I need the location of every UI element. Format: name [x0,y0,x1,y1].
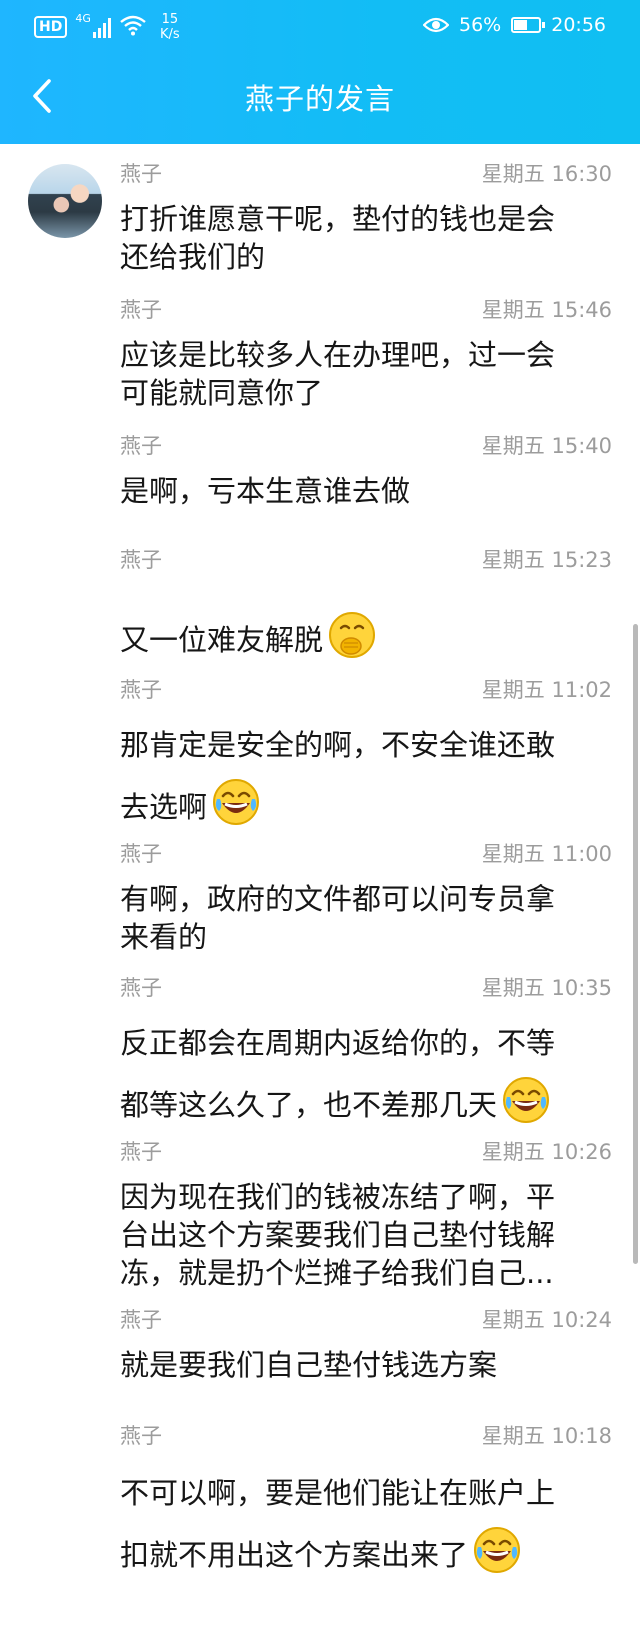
message-text: 打折谁愿意干呢，垫付的钱也是会 还给我们的 [120,200,614,276]
message-text-line: 来看的 [120,918,614,956]
message-line-text: 不可以啊，要是他们能让在账户上 [120,1476,556,1510]
message-text-line: 应该是比较多人在办理吧，过一会 [120,336,614,374]
message-item[interactable]: 燕子 星期五 16:30 打折谁愿意干呢，垫付的钱也是会 还给我们的 [120,158,614,286]
message-line-text: 来看的 [120,920,208,954]
message-time: 星期五 15:46 [481,298,612,322]
message-text: 是啊，亏本生意谁去做 [120,472,614,510]
clock: 20:56 [551,14,606,36]
message-time: 星期五 16:30 [481,162,612,186]
message-text: 反正都会在周期内返给你的，不等 都等这么久了，也不差那几天 [120,1012,614,1136]
scrollbar[interactable] [633,624,638,1264]
laugh-cry-emoji-icon [211,777,261,827]
message-text-line: 反正都会在周期内返给你的，不等 [120,1012,614,1074]
message-item[interactable]: 燕子 星期五 10:26 因为现在我们的钱被冻结了啊，平 台出这个方案要我们自己垫付钱… [120,1136,614,1302]
covered-mouth-emoji-icon [327,610,377,660]
message-text-line: 打折谁愿意干呢，垫付的钱也是会 [120,200,614,238]
message-line-text: 去选啊 [120,790,208,824]
message-text: 又一位难友解脱 [120,610,614,658]
message-time: 星期五 10:24 [481,1308,612,1332]
message-item[interactable]: 燕子 星期五 15:23 又一位难友解脱 [120,544,614,658]
message-time: 星期五 10:18 [481,1424,612,1448]
message-text: 不可以啊，要是他们能让在账户上 扣就不用出这个方案出来了 [120,1462,614,1586]
message-line-text: 台出这个方案要我们自己垫付钱解 [120,1218,556,1252]
message-text-line: 是啊，亏本生意谁去做 [120,472,614,510]
message-line-text: 都等这么久了，也不差那几天 [120,1088,498,1122]
message-sender: 燕子 [120,434,162,458]
message-text-line: 去选啊 [120,776,614,838]
avatar[interactable] [28,164,102,238]
top-bar: HD 4G 15 K/s 56% 20:56 燕子的发言 [0,0,640,144]
message-line-text: 因为现在我们的钱被冻结了啊，平 [120,1180,556,1214]
status-bar-right: 56% 20:56 [423,14,606,36]
message-item[interactable]: 燕子 星期五 15:40 是啊，亏本生意谁去做 [120,430,614,520]
wifi-icon [119,14,147,40]
battery-percent: 56% [459,14,502,36]
message-line-text: 那肯定是安全的啊，不安全谁还敢 [120,728,556,762]
battery-fill [514,20,528,30]
message-text-line: 还给我们的 [120,238,614,276]
message-line-text: 反正都会在周期内返给你的，不等 [120,1026,556,1060]
message-text-line: 因为现在我们的钱被冻结了啊，平 [120,1178,614,1216]
network-speed: 15 K/s [155,12,185,42]
message-line-text: 可能就同意你了 [120,376,324,410]
page-title: 燕子的发言 [244,82,395,116]
message-item[interactable]: 燕子 星期五 10:18 不可以啊，要是他们能让在账户上 扣就不用出这个方案出来了 [120,1420,614,1596]
message-sender: 燕子 [120,678,162,702]
message-time: 星期五 15:40 [481,434,612,458]
message-item[interactable]: 燕子 星期五 11:02 那肯定是安全的啊，不安全谁还敢 去选啊 [120,674,614,848]
message-text-line: 扣就不用出这个方案出来了 [120,1524,614,1586]
message-sender: 燕子 [120,976,162,1000]
network-speed-value: 15 [161,12,179,27]
hd-badge: HD [34,16,68,38]
message-text-line: 又一位难友解脱 [120,610,614,658]
message-time: 星期五 10:26 [481,1140,612,1164]
message-text-line: 有啊，政府的文件都可以问专员拿 [120,880,614,918]
message-sender: 燕子 [120,548,162,572]
message-line-text: 打折谁愿意干呢，垫付的钱也是会 [120,202,556,236]
message-line-text: 还给我们的 [120,240,266,274]
laugh-cry-emoji-icon [472,1525,522,1575]
message-line-text: 是啊，亏本生意谁去做 [120,474,411,508]
message-item[interactable]: 燕子 星期五 10:24 就是要我们自己垫付钱选方案 [120,1304,614,1394]
network-type: 4G [75,12,91,25]
message-text-line: 可能就同意你了 [120,374,614,412]
eye-icon [423,16,449,34]
message-line-text: 应该是比较多人在办理吧，过一会 [120,338,556,372]
message-sender: 燕子 [120,1308,162,1332]
message-sender: 燕子 [120,1424,162,1448]
message-text-line: 不可以啊，要是他们能让在账户上 [120,1462,614,1524]
message-list[interactable]: 燕子 星期五 16:30 打折谁愿意干呢，垫付的钱也是会 还给我们的 燕子 星期五 15:… [0,144,640,1636]
status-bar-left: HD 4G 15 K/s [34,12,185,42]
message-text-line: 都等这么久了，也不差那几天 [120,1074,614,1136]
message-item[interactable]: 燕子 星期五 11:00 有啊，政府的文件都可以问专员拿 来看的 [120,838,614,966]
message-time: 星期五 10:35 [481,976,612,1000]
message-line-text: 又一位难友解脱 [120,623,324,657]
signal-icon [92,16,111,38]
message-line-text: 冻，就是扔个烂摊子给我们自己... [120,1256,554,1290]
message-sender: 燕子 [120,1140,162,1164]
message-text: 那肯定是安全的啊，不安全谁还敢 去选啊 [120,714,614,838]
message-time: 星期五 11:00 [481,842,612,866]
message-line-text: 就是要我们自己垫付钱选方案 [120,1348,498,1382]
network-speed-unit: K/s [160,27,180,42]
message-text: 有啊，政府的文件都可以问专员拿 来看的 [120,880,614,956]
message-item[interactable]: 燕子 星期五 10:35 反正都会在周期内返给你的，不等 都等这么久了，也不差那几天 [120,972,614,1146]
message-text: 因为现在我们的钱被冻结了啊，平 台出这个方案要我们自己垫付钱解 冻，就是扔个烂摊子给… [120,1178,614,1292]
message-time: 星期五 15:23 [481,548,612,572]
message-sender: 燕子 [120,298,162,322]
battery-icon [511,17,546,33]
message-sender: 燕子 [120,842,162,866]
message-line-text: 有啊，政府的文件都可以问专员拿 [120,882,556,916]
message-line-text: 扣就不用出这个方案出来了 [120,1538,469,1572]
message-text-line: 就是要我们自己垫付钱选方案 [120,1346,614,1384]
message-time: 星期五 11:02 [481,678,612,702]
message-text: 应该是比较多人在办理吧，过一会 可能就同意你了 [120,336,614,412]
laugh-cry-emoji-icon [501,1075,551,1125]
message-text-line: 那肯定是安全的啊，不安全谁还敢 [120,714,614,776]
message-sender: 燕子 [120,162,162,186]
message-text-line: 台出这个方案要我们自己垫付钱解 [120,1216,614,1254]
message-item[interactable]: 燕子 星期五 15:46 应该是比较多人在办理吧，过一会 可能就同意你了 [120,294,614,422]
message-text: 就是要我们自己垫付钱选方案 [120,1346,614,1384]
message-text-line: 冻，就是扔个烂摊子给我们自己... [120,1254,614,1292]
